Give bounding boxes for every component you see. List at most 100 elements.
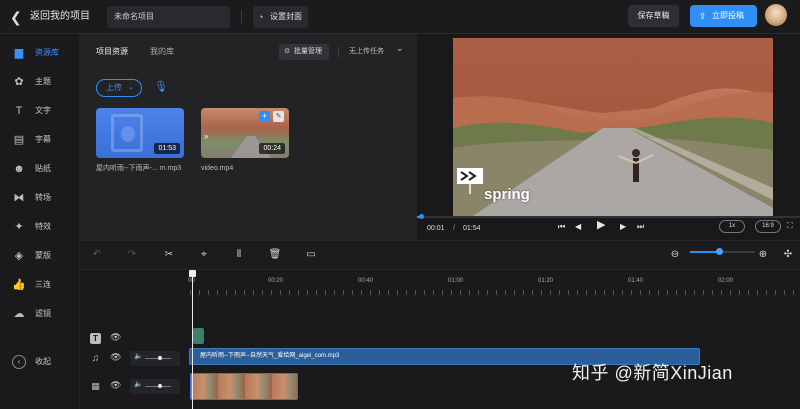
transition-icon: ⧓	[13, 192, 25, 204]
split-icon[interactable]: ⫴	[232, 248, 246, 262]
text-track-icon: T	[90, 333, 101, 344]
asset-name: video.mp4	[201, 165, 234, 172]
step-back-icon[interactable]: ◀	[575, 221, 581, 233]
chevron-left-icon: ‹	[12, 355, 26, 369]
eye-icon[interactable]: 👁	[110, 352, 121, 363]
zoom-out-icon[interactable]: ⊖	[668, 248, 682, 262]
sidebar-item-triple[interactable]: 👍 三连	[0, 271, 80, 299]
timeline-ruler[interactable]	[190, 290, 800, 295]
playback-scrubber[interactable]	[419, 214, 424, 219]
header-divider	[241, 10, 242, 24]
speed-button[interactable]: 1x	[719, 220, 745, 233]
music-note-head	[121, 126, 135, 142]
sidebar-collapse-button[interactable]: ‹ 收起	[0, 348, 80, 376]
fullscreen-icon[interactable]: ⛶	[787, 221, 793, 231]
set-cover-label: 设置封面	[270, 12, 302, 21]
batch-manage-button[interactable]: ⚙ 批量管理	[279, 44, 329, 60]
sidebar-item-label: 蒙版	[35, 251, 51, 260]
upload-label: 上传	[106, 83, 122, 92]
video-clip[interactable]	[190, 373, 298, 400]
avatar[interactable]	[765, 4, 787, 26]
back-to-projects-link[interactable]: 返回我的项目	[30, 10, 90, 24]
ruler-label: 01:20	[538, 278, 554, 284]
theme-icon: ✿	[14, 76, 24, 88]
sidebar-item-text[interactable]: T 文字	[0, 97, 80, 125]
sidebar-item-subtitle[interactable]: ▤ 字幕	[0, 126, 80, 154]
audio-volume-control[interactable]: 🔈	[130, 351, 180, 366]
undo-icon[interactable]: ↶	[90, 248, 104, 262]
fit-timeline-icon[interactable]: ✣	[781, 248, 795, 262]
effects-icon: ✦	[14, 221, 24, 233]
tab-project-resources[interactable]: 项目资源	[96, 46, 128, 58]
video-volume-control[interactable]: 🔈	[130, 379, 180, 394]
asset-duration: 01:53	[154, 143, 180, 154]
total-time: 01:54	[463, 225, 481, 232]
top-header: ❮ 返回我的项目 未命名项目 ◔ 设置封面 保存草稿 ⇪ 立即投稿	[0, 0, 800, 34]
eye-icon[interactable]: 👁	[110, 332, 121, 343]
volume-knob[interactable]	[158, 356, 162, 360]
caption-icon[interactable]: ▭	[304, 248, 318, 262]
playhead-line[interactable]	[192, 270, 193, 409]
resource-panel: 项目资源 我的库 ⚙ 批量管理 无上传任务 ⌄ 上传 ⌄ 🎙 01:53 屋内听…	[80, 34, 417, 240]
ruler-label: 00:40	[358, 278, 374, 284]
ruler-label: 02:00	[718, 278, 734, 284]
asset-duration: 00:24	[259, 143, 285, 154]
back-arrow-icon[interactable]: ❮	[10, 8, 26, 26]
delete-icon[interactable]: 🗑	[268, 248, 282, 262]
tab-my-library[interactable]: 我的库	[150, 46, 174, 58]
zoom-slider[interactable]	[690, 248, 755, 255]
music-note-icon: ♫	[91, 353, 100, 364]
playhead-handle[interactable]	[189, 270, 196, 277]
redo-icon[interactable]: ↷	[125, 248, 139, 262]
chevron-down-icon[interactable]: ⌄	[396, 43, 404, 54]
sidebar-item-label: 资源库	[35, 48, 59, 57]
save-draft-button[interactable]: 保存草稿	[628, 5, 679, 27]
asset-audio-thumbnail[interactable]: 01:53	[96, 108, 184, 158]
sidebar-item-effects[interactable]: ✦ 特效	[0, 213, 80, 241]
add-to-timeline-icon[interactable]: +	[259, 111, 270, 122]
ruler-label: 01:40	[628, 278, 644, 284]
sticker-icon: ☻	[13, 163, 25, 175]
crop-icon[interactable]: ⌖	[197, 248, 211, 262]
sidebar-item-label: 贴纸	[35, 164, 51, 173]
audio-track-controls: ♫ 👁 🔈	[86, 349, 196, 369]
publish-button[interactable]: ⇪ 立即投稿	[690, 5, 757, 27]
sidebar-item-transition[interactable]: ⧓ 转场	[0, 184, 80, 212]
left-sidebar: ▆ 资源库 ✿ 主题 T 文字 ▤ 字幕 ☻ 贴纸 ⧓ 转场 ✦ 特效 ◈ 蒙版	[0, 34, 80, 409]
skip-start-icon[interactable]: ⏮	[558, 221, 565, 233]
sidebar-item-library[interactable]: ▆ 资源库	[0, 39, 80, 67]
skip-end-icon[interactable]: ⏭	[637, 221, 644, 233]
filter-icon: ☁	[13, 308, 25, 320]
video-preview[interactable]: spring	[453, 38, 773, 216]
aspect-ratio-button[interactable]: 16:9	[755, 220, 781, 233]
film-strip-icon: ▦	[91, 381, 100, 391]
scissors-icon[interactable]: ✂	[162, 248, 176, 262]
text-clip[interactable]	[193, 328, 204, 344]
upload-button[interactable]: 上传 ⌄	[96, 79, 142, 97]
text-icon: T	[15, 105, 23, 117]
watermark-text: 知乎 @新简XinJian	[572, 363, 733, 383]
sidebar-item-label: 滤镜	[35, 309, 51, 318]
set-cover-button[interactable]: ◔ 设置封面	[253, 6, 308, 28]
ruler-label: 00:20	[268, 278, 284, 284]
step-forward-icon[interactable]: ▶	[620, 221, 626, 233]
sidebar-item-theme[interactable]: ✿ 主题	[0, 68, 80, 96]
sidebar-item-mask[interactable]: ◈ 蒙版	[0, 242, 80, 270]
eye-icon[interactable]: 👁	[110, 380, 121, 391]
sidebar-item-label: 字幕	[35, 135, 51, 144]
project-name-input[interactable]: 未命名项目	[107, 6, 230, 28]
playback-progress[interactable]	[417, 214, 800, 219]
sidebar-item-label: 文字	[35, 106, 51, 115]
panel-divider	[338, 46, 339, 58]
microphone-icon[interactable]: 🎙	[154, 80, 168, 93]
edit-asset-icon[interactable]: ✎	[273, 111, 284, 122]
sidebar-item-filter[interactable]: ☁ 滤镜	[0, 300, 80, 328]
play-icon[interactable]: ▶	[597, 219, 605, 231]
volume-knob[interactable]	[158, 384, 162, 388]
collapse-label: 收起	[35, 357, 51, 366]
asset-video-thumbnail[interactable]: » + ✎ 00:24	[201, 108, 289, 158]
overlay-text[interactable]: spring	[484, 186, 530, 204]
zoom-slider-knob[interactable]	[716, 248, 723, 255]
zoom-in-icon[interactable]: ⊕	[756, 248, 770, 262]
sidebar-item-sticker[interactable]: ☻ 贴纸	[0, 155, 80, 183]
